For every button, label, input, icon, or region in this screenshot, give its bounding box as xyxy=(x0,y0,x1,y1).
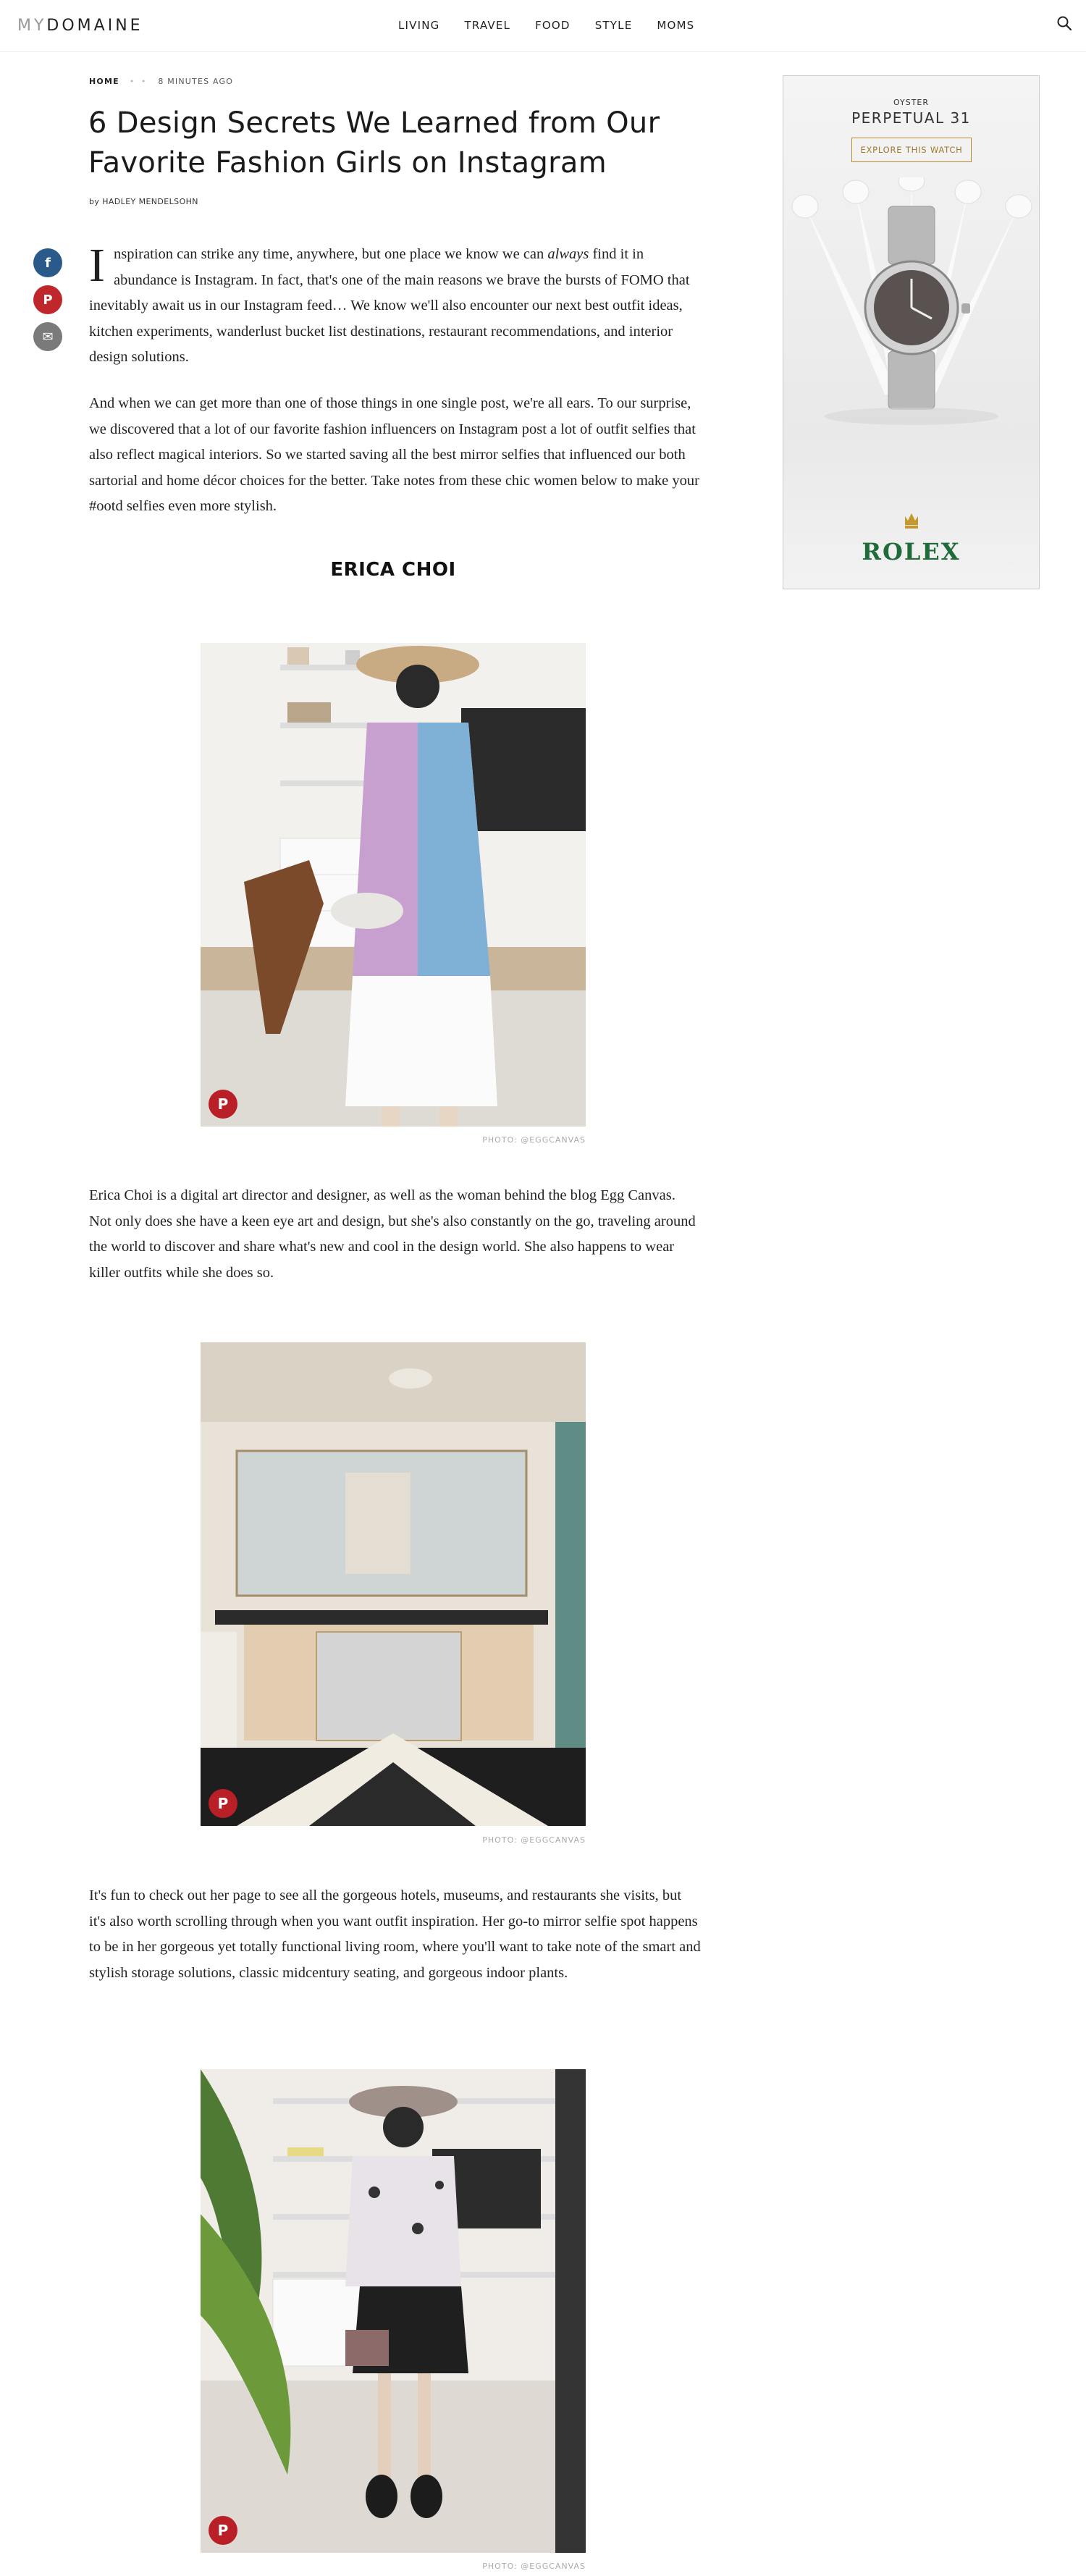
nav-item-travel[interactable]: TRAVEL xyxy=(465,19,511,32)
byline: by HADLEY MENDELSOHN xyxy=(89,197,198,206)
intro-emphasis: always xyxy=(547,246,589,262)
byline-prefix: by xyxy=(89,197,100,206)
paragraph-2: And when we can get more than one of tho… xyxy=(89,395,699,514)
facebook-share-button[interactable]: f xyxy=(33,248,62,277)
paragraph-3: Erica Choi is a digital art director and… xyxy=(89,1187,696,1281)
ad-brand: ROLEX xyxy=(862,538,961,565)
pinterest-share-button[interactable]: P xyxy=(33,285,62,314)
author-link[interactable]: HADLEY MENDELSOHN xyxy=(102,197,198,206)
nav-item-style[interactable]: STYLE xyxy=(595,19,633,32)
pin-it-button[interactable]: P xyxy=(209,1789,237,1818)
meta-separator: • • xyxy=(129,77,148,86)
section-heading: ERICA CHOI xyxy=(330,559,456,581)
explore-watch-button[interactable]: EXPLORE THIS WATCH xyxy=(851,138,972,162)
paragraph-4: It's fun to check out her page to see al… xyxy=(89,1887,701,1981)
intro-text-2: find it in abundance is Instagram. In fa… xyxy=(89,246,690,365)
site-logo[interactable]: MYDOMAINE xyxy=(17,17,143,35)
nav-item-food[interactable]: FOOD xyxy=(535,19,571,32)
email-share-button[interactable]: ✉ xyxy=(33,322,62,351)
ad-line-2: PERPETUAL 31 xyxy=(851,109,971,127)
pin-it-button[interactable]: P xyxy=(209,2516,237,2545)
drop-cap: I xyxy=(89,239,105,292)
photo-2-illustration xyxy=(201,1342,586,1826)
intro-paragraph: Inspiration can strike any time, anywher… xyxy=(89,242,701,371)
facebook-icon: f xyxy=(45,255,51,271)
email-icon: ✉ xyxy=(42,329,54,345)
nav-item-living[interactable]: LIVING xyxy=(398,19,440,32)
pinterest-icon: P xyxy=(43,292,53,308)
photo-3-living-room[interactable]: P xyxy=(201,2069,586,2553)
article-meta: HOME • • 8 MINUTES AGO xyxy=(89,77,233,86)
photo-1-outfit[interactable]: P xyxy=(201,643,586,1127)
logo-prefix: MY xyxy=(17,17,47,35)
photo-credit-3: PHOTO: @EGGCANVAS xyxy=(482,2562,586,2571)
photo-2-bathroom[interactable]: P xyxy=(201,1342,586,1826)
category-link[interactable]: HOME xyxy=(89,77,119,86)
intro-text-1: nspiration can strike any time, anywhere… xyxy=(113,246,548,262)
article-title: 6 Design Secrets We Learned from Our Fav… xyxy=(88,106,660,180)
photo-3-illustration xyxy=(201,2069,586,2553)
ad-line-1: OYSTER xyxy=(893,98,930,107)
site-header: MYDOMAINE LIVING TRAVEL FOOD STYLE MOMS xyxy=(0,0,1086,52)
pin-it-button[interactable]: P xyxy=(209,1090,237,1119)
rolex-crown-icon xyxy=(905,513,918,529)
logo-main: DOMAINE xyxy=(46,17,143,35)
watch-icon xyxy=(791,177,1032,425)
photo-credit-1: PHOTO: @EGGCANVAS xyxy=(482,1135,586,1145)
nav-item-moms[interactable]: MOMS xyxy=(657,19,694,32)
photo-1-illustration xyxy=(201,643,586,1127)
search-icon[interactable] xyxy=(1056,14,1073,32)
publish-time: 8 MINUTES AGO xyxy=(158,77,234,86)
photo-credit-2: PHOTO: @EGGCANVAS xyxy=(482,1835,586,1845)
rolex-ad[interactable]: OYSTER PERPETUAL 31 EXPLORE THIS WATCH R… xyxy=(783,75,1040,589)
main-nav: LIVING TRAVEL FOOD STYLE MOMS xyxy=(398,19,719,32)
